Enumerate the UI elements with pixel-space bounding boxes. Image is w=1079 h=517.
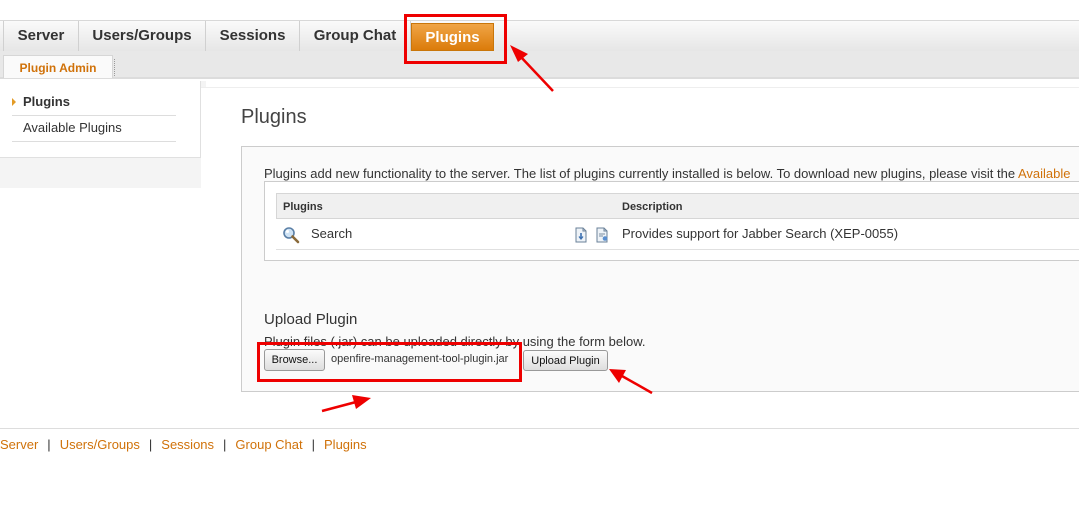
annotation-box-upload-form xyxy=(257,342,522,382)
sidebar-item-plugins[interactable]: Plugins xyxy=(12,89,176,116)
search-icon xyxy=(283,227,300,244)
tab-group-chat[interactable]: Group Chat xyxy=(300,21,411,51)
footer-separator: | xyxy=(47,437,51,452)
footer-link-plugins[interactable]: Plugins xyxy=(324,437,367,452)
footer-link-users-groups[interactable]: Users/Groups xyxy=(60,437,140,452)
footer-link-server[interactable]: Server xyxy=(0,437,38,452)
footer-separator: | xyxy=(223,437,227,452)
intro-text: Plugins add new functionality to the ser… xyxy=(264,166,1071,181)
footer: Server | Users/Groups | Sessions | Group Chat |… xyxy=(0,428,1079,459)
footer-link-group-chat[interactable]: Group Chat xyxy=(235,437,302,452)
intro-text-body: Plugins add new functionality to the ser… xyxy=(264,166,1016,181)
sub-tab-bar: Plugin Admin xyxy=(0,51,1079,79)
sidebar-menu: Plugins Available Plugins xyxy=(0,81,201,158)
sub-tab-divider xyxy=(114,59,116,76)
footer-link-sessions[interactable]: Sessions xyxy=(161,437,214,452)
upload-plugin-button[interactable]: Upload Plugin xyxy=(523,350,608,371)
sidebar-item-label: Plugins xyxy=(23,94,70,109)
footer-separator: | xyxy=(148,437,153,452)
tab-users-groups[interactable]: Users/Groups xyxy=(79,21,206,51)
sidebar: Plugins Available Plugins xyxy=(0,81,206,188)
tab-server[interactable]: Server xyxy=(3,21,79,51)
arrow-right-icon xyxy=(12,98,16,106)
sidebar-item-available-plugins[interactable]: Available Plugins xyxy=(12,115,176,142)
plugin-description: Provides support for Jabber Search (XEP-… xyxy=(622,226,899,241)
available-plugins-link[interactable]: Available xyxy=(1018,166,1071,181)
column-header-description: Description xyxy=(622,201,683,213)
readme-icon[interactable] xyxy=(573,227,589,243)
plugin-name: Search xyxy=(311,226,353,241)
changelog-icon[interactable] xyxy=(594,227,610,243)
sub-tab-plugin-admin[interactable]: Plugin Admin xyxy=(3,55,113,78)
main-tab-bar: Server Users/Groups Sessions Group Chat … xyxy=(0,20,1079,52)
tab-sessions[interactable]: Sessions xyxy=(206,21,300,51)
upload-plugin-title: Upload Plugin xyxy=(264,311,358,328)
column-header-plugins: Plugins xyxy=(283,201,323,213)
table-row: Search Provides support for Jabber Searc… xyxy=(276,220,1079,250)
footer-separator: | xyxy=(311,437,316,452)
footer-nav: Server | Users/Groups | Sessions | Group Chat |… xyxy=(0,437,367,452)
annotation-box-plugins-tab xyxy=(404,14,507,64)
sidebar-item-label: Available Plugins xyxy=(23,120,122,135)
plugin-table-header: Plugins Description xyxy=(276,193,1079,219)
page-title: Plugins xyxy=(241,106,307,128)
